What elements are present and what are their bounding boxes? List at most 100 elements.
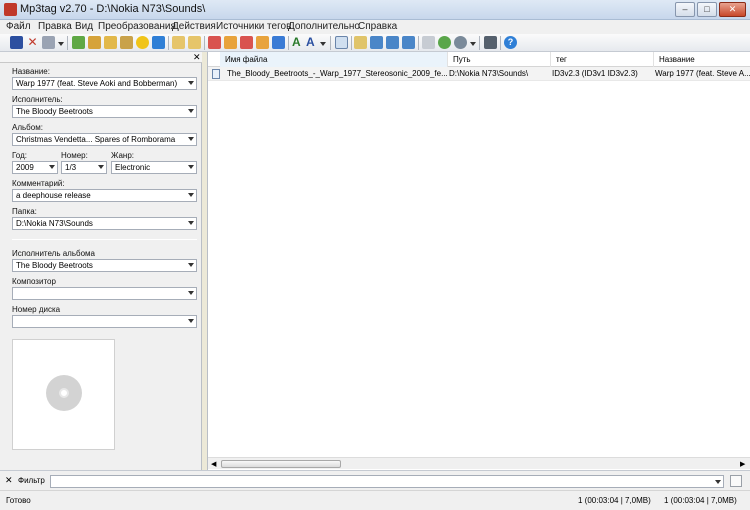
album-artist-label: Исполнитель альбома [12, 249, 95, 258]
menu-extras[interactable]: Дополнительно [288, 21, 360, 32]
title-field[interactable]: Warp 1977 (feat. Steve Aoki and Bobberma… [12, 77, 197, 90]
auto-numbering-icon[interactable] [240, 36, 253, 49]
toolbar-separator [67, 36, 68, 50]
help-icon[interactable]: ? [504, 36, 517, 49]
refresh-icon[interactable] [152, 36, 165, 49]
album-value: Christmas Vendetta... Spares of Romboram… [16, 135, 176, 144]
comment-value: a deephouse release [16, 191, 91, 200]
cover-icon[interactable] [402, 36, 415, 49]
text-format-icon[interactable]: A [306, 36, 319, 49]
export-icon[interactable] [120, 36, 133, 49]
convert-text-tag-icon[interactable] [224, 36, 237, 49]
minimize-button[interactable]: – [675, 2, 695, 17]
add-folder-icon[interactable] [88, 36, 101, 49]
menu-file[interactable]: Файл [6, 21, 31, 32]
artist-field[interactable]: The Bloody Beetroots [12, 105, 197, 118]
tag-panel: ✕ Название: Warp 1977 (feat. Steve Aoki … [0, 52, 202, 470]
menu-convert[interactable]: Преобразования [98, 21, 176, 32]
scroll-right-icon[interactable]: ▶ [740, 460, 745, 468]
chevron-down-icon[interactable] [188, 291, 194, 295]
chevron-down-icon[interactable] [188, 221, 194, 225]
chevron-down-icon[interactable] [188, 319, 194, 323]
table-row[interactable]: The_Bloody_Beetroots_-_Warp_1977_Stereos… [208, 67, 750, 81]
genre-field[interactable]: Electronic [111, 161, 197, 174]
track-label: Номер: [61, 151, 88, 160]
chevron-down-icon[interactable] [188, 193, 194, 197]
save-icon[interactable] [10, 36, 23, 49]
filter-label: Фильтр [18, 476, 45, 485]
chevron-down-icon[interactable] [188, 263, 194, 267]
delete-icon[interactable]: ✕ [26, 36, 39, 49]
file-list: Имя файла Путь тег Название The_Bloody_B… [207, 52, 750, 470]
chevron-down-icon[interactable] [98, 165, 104, 169]
filter-input[interactable] [50, 475, 724, 488]
column-path[interactable]: Путь [448, 52, 551, 67]
album-field[interactable]: Christmas Vendetta... Spares of Romboram… [12, 133, 197, 146]
disc-number-field[interactable] [12, 315, 197, 328]
extended-tags-icon[interactable] [354, 36, 367, 49]
folder-field[interactable]: D:\Nokia N73\Sounds [12, 217, 197, 230]
case-conversion-icon[interactable]: A [292, 36, 305, 49]
web-dropdown-icon[interactable] [470, 42, 476, 46]
menu-edit[interactable]: Правка [38, 21, 72, 32]
maximize-button[interactable]: □ [697, 2, 717, 17]
year-field[interactable]: 2009 [12, 161, 58, 174]
scrollbar-thumb[interactable] [221, 460, 341, 468]
cover-art[interactable] [12, 339, 115, 450]
convert-tag-filename-icon[interactable] [172, 36, 185, 49]
row-tag: ID3v2.3 (ID3v1 ID3v2.3) [552, 69, 638, 78]
comment-field[interactable]: a deephouse release [12, 189, 197, 202]
tag-panel-close-icon[interactable]: ✕ [193, 52, 201, 63]
favorite-icon[interactable] [136, 36, 149, 49]
scroll-left-icon[interactable]: ◀ [211, 460, 216, 468]
filter-options-button[interactable] [730, 475, 742, 487]
chevron-down-icon[interactable] [715, 480, 721, 484]
column-filename[interactable]: Имя файла [220, 52, 448, 67]
filter-close-icon[interactable]: ✕ [5, 475, 13, 486]
tag-sources-icon[interactable] [272, 36, 285, 49]
chevron-down-icon[interactable] [188, 81, 194, 85]
chevron-down-icon[interactable] [188, 109, 194, 113]
tag-panel-icon[interactable] [370, 36, 383, 49]
chevron-down-icon[interactable] [188, 165, 194, 169]
row-path: D:\Nokia N73\Sounds\ [449, 69, 529, 78]
composer-field[interactable] [12, 287, 197, 300]
export-web-icon[interactable] [454, 36, 467, 49]
filter-icon[interactable] [422, 36, 435, 49]
menu-view[interactable]: Вид [75, 21, 93, 32]
track-field[interactable]: 1/3 [61, 161, 107, 174]
open-folder-icon[interactable] [72, 36, 85, 49]
export-tags-icon[interactable] [256, 36, 269, 49]
options-icon[interactable] [335, 36, 348, 49]
disc-hole [59, 388, 69, 398]
column-title[interactable]: Название [654, 52, 750, 67]
format-dropdown-icon[interactable] [320, 42, 326, 46]
save-playlist-icon[interactable] [104, 36, 117, 49]
undo-icon[interactable] [42, 36, 55, 49]
column-tag[interactable]: тег [551, 52, 654, 67]
chevron-down-icon[interactable] [49, 165, 55, 169]
chevron-down-icon[interactable] [188, 137, 194, 141]
status-selected: 1 (00:03:04 | 7,0MB) [578, 496, 651, 505]
undo-dropdown-icon[interactable] [58, 42, 64, 46]
toolbar-separator [418, 36, 419, 50]
artist-value: The Bloody Beetroots [16, 107, 93, 116]
tools-icon[interactable] [484, 36, 497, 49]
album-artist-field[interactable]: The Bloody Beetroots [12, 259, 197, 272]
toolbar: ✕ A A ? [0, 34, 750, 52]
track-value: 1/3 [65, 163, 77, 172]
tag-panel-header: ✕ [0, 52, 202, 63]
menu-help[interactable]: Справка [358, 21, 397, 32]
convert-filename-tag-icon[interactable] [188, 36, 201, 49]
menu-actions[interactable]: Действия [172, 21, 216, 32]
album-label: Альбом: [12, 123, 43, 132]
album-artist-value: The Bloody Beetroots [16, 261, 93, 270]
convert-tag-tag-icon[interactable] [208, 36, 221, 49]
file-list-icon[interactable] [386, 36, 399, 49]
horizontal-scrollbar[interactable]: ◀ ▶ [208, 457, 750, 469]
folder-label: Папка: [12, 207, 37, 216]
year-label: Год: [12, 151, 27, 160]
web-icon[interactable] [438, 36, 451, 49]
menu-tag-sources[interactable]: Источники тегов [216, 21, 291, 32]
close-button[interactable]: ✕ [719, 2, 746, 17]
